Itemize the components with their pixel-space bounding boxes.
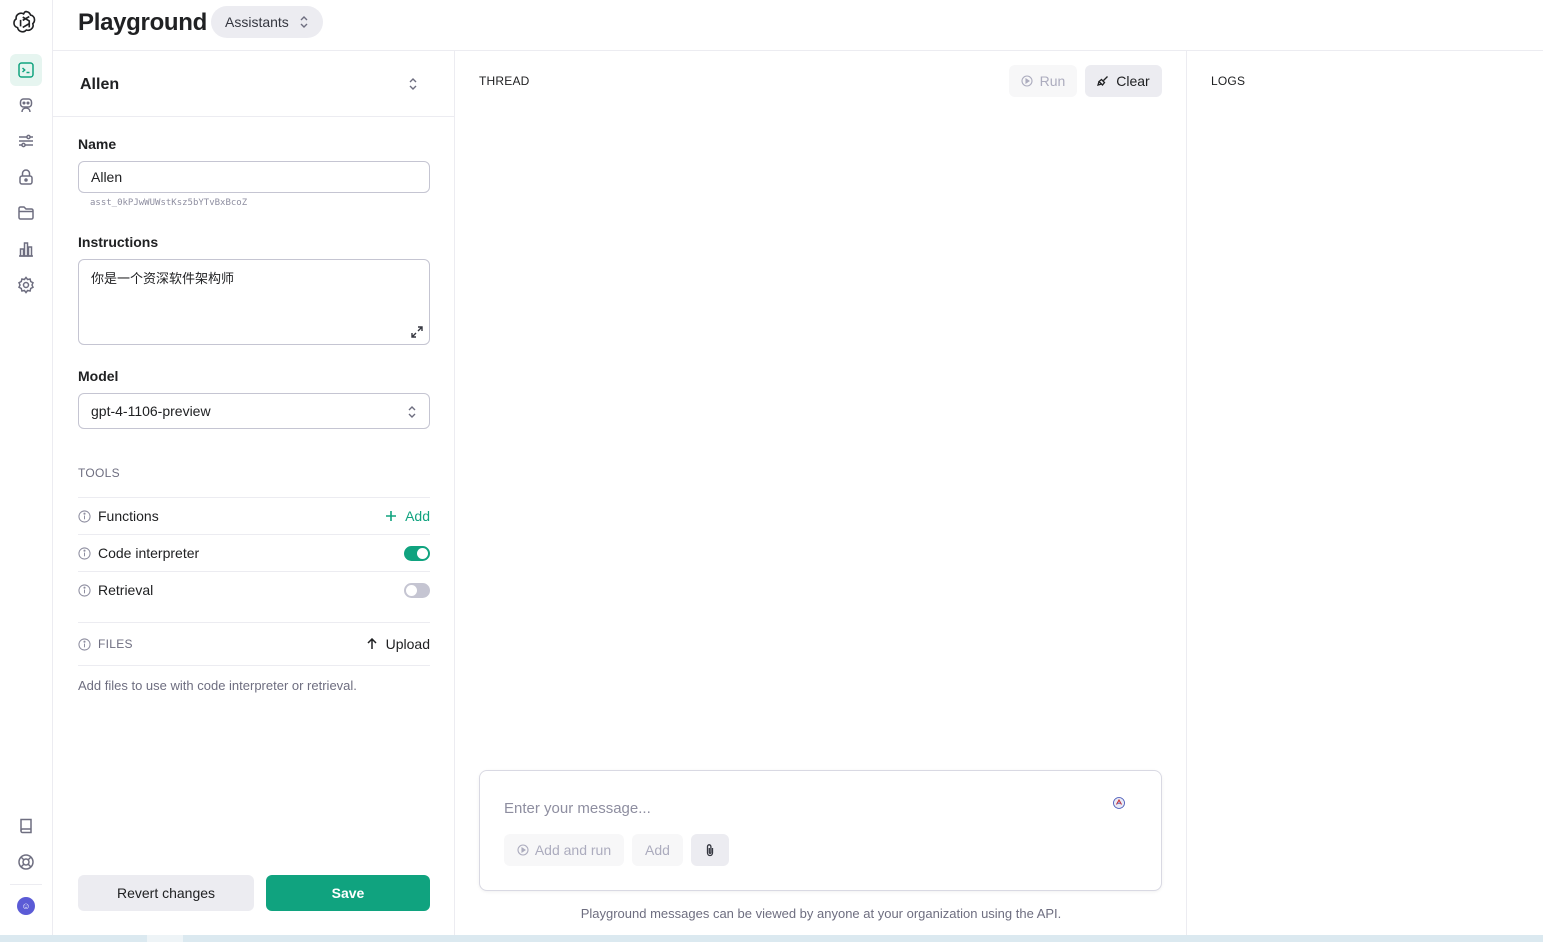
- rail-docs[interactable]: [10, 810, 42, 842]
- logs-caption: LOGS: [1211, 74, 1246, 88]
- page-title: Playground: [78, 9, 208, 36]
- plus-icon: [386, 511, 397, 521]
- info-icon[interactable]: [78, 546, 91, 560]
- retrieval-toggle[interactable]: [404, 582, 430, 598]
- chevron-updown-icon: [408, 406, 416, 418]
- run-button[interactable]: Run: [1009, 65, 1077, 97]
- mode-select-label: Assistants: [225, 14, 289, 30]
- add-and-run-button[interactable]: Add and run: [504, 834, 624, 866]
- rail-files[interactable]: [10, 197, 42, 229]
- add-and-run-label: Add and run: [534, 842, 612, 858]
- top-header: Playground Assistants: [53, 0, 1543, 51]
- chevron-updown-icon: [409, 78, 417, 90]
- message-input[interactable]: Enter your message...: [504, 800, 651, 817]
- bar-chart-icon: [19, 242, 33, 257]
- tool-row-code-interpreter: Code interpreter: [78, 534, 430, 571]
- code-interpreter-toggle[interactable]: [404, 545, 430, 561]
- model-label: Model: [78, 368, 119, 384]
- chevron-updown-icon: [300, 16, 308, 28]
- thread-caption: THREAD: [479, 74, 530, 88]
- mode-select[interactable]: Assistants: [211, 6, 323, 38]
- avatar[interactable]: ☺: [17, 897, 35, 915]
- play-circle-icon: [517, 844, 529, 856]
- privacy-disclaimer: Playground messages can be viewed by any…: [580, 906, 1062, 921]
- openai-logo-icon[interactable]: [13, 9, 39, 35]
- lifebuoy-icon: [18, 854, 34, 870]
- left-rail: ☺: [0, 0, 53, 935]
- save-button[interactable]: Save: [266, 875, 430, 911]
- name-label: Name: [78, 136, 117, 152]
- files-section: FILES Upload: [78, 622, 430, 666]
- add-function-label: Add: [405, 508, 430, 524]
- sliders-icon: [19, 134, 33, 148]
- add-message-button[interactable]: Add: [632, 834, 683, 866]
- instructions-value: 你是一个资深软件架构师: [91, 272, 235, 287]
- instructions-textarea[interactable]: 你是一个资深软件架构师: [78, 259, 430, 345]
- rail-playground[interactable]: [10, 54, 42, 86]
- files-caption: FILES: [98, 637, 133, 651]
- gear-icon: [18, 276, 34, 294]
- folder-icon: [18, 206, 34, 220]
- extension-icon[interactable]: [1113, 797, 1125, 809]
- name-field-value: Allen: [91, 169, 123, 185]
- terminal-icon: [18, 62, 34, 78]
- play-circle-icon: [1021, 75, 1033, 87]
- clear-label: Clear: [1116, 73, 1150, 89]
- broom-icon: [1097, 76, 1109, 86]
- assistant-picker-name: Allen: [80, 76, 120, 93]
- tool-label: Retrieval: [98, 582, 154, 598]
- rail-settings[interactable]: [10, 269, 42, 301]
- rail-fine-tuning[interactable]: [10, 125, 42, 157]
- info-icon[interactable]: [78, 509, 91, 523]
- assistant-picker[interactable]: Allen: [53, 51, 454, 117]
- run-label: Run: [1039, 73, 1066, 89]
- paperclip-icon: [706, 844, 714, 857]
- instructions-label: Instructions: [78, 234, 159, 250]
- arrow-up-icon: [367, 638, 377, 649]
- model-select[interactable]: gpt-4-1106-preview: [78, 393, 430, 429]
- rail-usage[interactable]: [10, 233, 42, 265]
- assistant-bot-icon: [19, 98, 33, 113]
- taskbar-strip: [0, 935, 1543, 942]
- model-select-value: gpt-4-1106-preview: [91, 403, 211, 419]
- thread-panel: THREAD Run Clear Enter your message... A…: [455, 51, 1187, 935]
- add-function-button[interactable]: Add: [385, 508, 430, 524]
- rail-divider: [10, 884, 42, 885]
- revert-changes-button[interactable]: Revert changes: [78, 875, 254, 911]
- lock-icon: [19, 169, 33, 185]
- book-icon: [20, 818, 32, 834]
- info-icon[interactable]: [78, 583, 91, 597]
- tool-row-retrieval: Retrieval: [78, 571, 430, 608]
- tool-label: Code interpreter: [98, 545, 200, 561]
- assistant-id: asst_0kPJwWUWstKsz5bYTvBxBcoZ: [90, 198, 248, 208]
- name-field[interactable]: Allen: [78, 161, 430, 193]
- attach-button[interactable]: [691, 834, 729, 866]
- logs-panel: LOGS: [1187, 51, 1543, 935]
- rail-assistants[interactable]: [10, 89, 42, 121]
- tool-row-functions: Functions Add: [78, 497, 430, 534]
- tool-label: Functions: [98, 508, 159, 524]
- tools-caption: TOOLS: [78, 466, 120, 480]
- upload-button[interactable]: Upload: [366, 636, 430, 652]
- expand-icon[interactable]: [411, 326, 423, 338]
- clear-button[interactable]: Clear: [1085, 65, 1162, 97]
- files-hint: Add files to use with code interpreter o…: [78, 678, 357, 693]
- message-composer: Enter your message... Add and run Add: [479, 770, 1162, 891]
- rail-api-keys[interactable]: [10, 161, 42, 193]
- assistant-panel: Allen Name Allen asst_0kPJwWUWstKsz5bYTv…: [53, 51, 455, 935]
- info-icon[interactable]: [78, 637, 91, 651]
- taskbar-tab[interactable]: [147, 935, 183, 942]
- upload-label: Upload: [385, 636, 430, 652]
- rail-help[interactable]: [10, 846, 42, 878]
